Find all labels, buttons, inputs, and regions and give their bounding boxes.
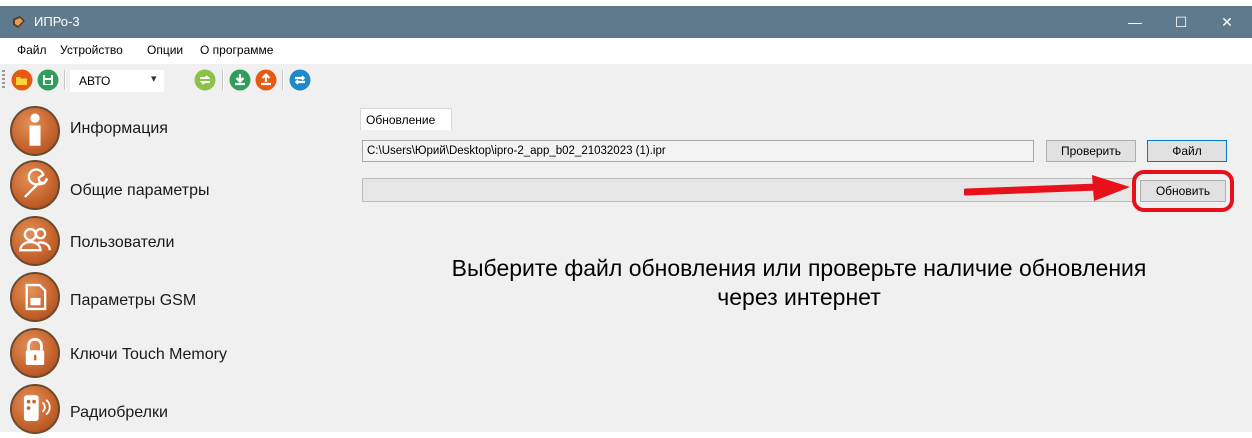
instruction-line-1: Выберите файл обновления или проверьте н… <box>451 255 1147 281</box>
mode-select-value: АВТО <box>79 74 111 88</box>
sidebar-item-label: Параметры GSM <box>70 292 197 309</box>
update-panel: C:\Users\Юрий\Desktop\ipro-2_app_b02_210… <box>346 130 1252 432</box>
minimize-button[interactable]: — <box>1112 6 1158 38</box>
sidebar-item-label: Пользователи <box>70 234 175 251</box>
sidebar-item-users[interactable]: Пользователи <box>0 216 346 270</box>
tab-strip: Обновление <box>346 96 1252 131</box>
sidebar-item-gsm[interactable]: Параметры GSM <box>0 272 346 326</box>
toolbar-separator <box>282 70 284 90</box>
sidebar: Информация Общие параметры Пользователи … <box>0 96 346 434</box>
maximize-button[interactable]: ☐ <box>1158 6 1204 38</box>
tab-label: Обновление <box>366 113 436 127</box>
sim-card-icon <box>10 272 60 322</box>
sidebar-item-radio-fobs[interactable]: Радиобрелки <box>0 384 346 438</box>
app-icon <box>13 16 25 28</box>
wrench-icon <box>10 160 60 210</box>
users-icon <box>10 216 60 266</box>
toolbar-separator <box>64 70 66 90</box>
chevron-down-icon: ▾ <box>151 73 157 85</box>
toolbar: АВТО ▾ <box>0 64 1252 96</box>
title-bar[interactable]: ИПРо-3 — ☐ ✕ <box>0 6 1252 38</box>
file-path-value: C:\Users\Юрий\Desktop\ipro-2_app_b02_210… <box>367 145 666 157</box>
close-button[interactable]: ✕ <box>1204 6 1250 38</box>
highlight-annotation <box>1132 170 1234 212</box>
instruction-message: Выберите файл обновления или проверьте н… <box>346 254 1252 312</box>
file-path-field[interactable]: C:\Users\Юрий\Desktop\ipro-2_app_b02_210… <box>362 140 1034 162</box>
remote-fob-icon <box>10 384 60 434</box>
lock-icon <box>10 328 60 378</box>
menu-bar: Файл Устройство Опции О программе <box>0 38 1252 65</box>
save-icon[interactable] <box>37 69 59 91</box>
sidebar-item-label: Общие параметры <box>70 182 210 199</box>
refresh-icon[interactable] <box>289 69 311 91</box>
file-button[interactable]: Файл <box>1147 140 1227 162</box>
instruction-line-2: через интернет <box>717 284 881 310</box>
tab-update[interactable]: Обновление <box>360 108 452 130</box>
info-icon <box>10 106 60 156</box>
window-title: ИПРо-3 <box>34 14 80 29</box>
sidebar-item-label: Радиобрелки <box>70 404 168 421</box>
red-arrow-annotation <box>964 175 1130 201</box>
sidebar-item-touch-memory[interactable]: Ключи Touch Memory <box>0 328 346 382</box>
toolbar-grip[interactable] <box>2 70 5 90</box>
menu-file[interactable]: Файл <box>17 43 47 57</box>
sidebar-item-label: Информация <box>70 120 168 137</box>
mode-select[interactable]: АВТО ▾ <box>70 70 164 92</box>
menu-device[interactable]: Устройство <box>60 43 123 57</box>
sidebar-item-label: Ключи Touch Memory <box>70 346 227 363</box>
upload-icon[interactable] <box>255 69 277 91</box>
toolbar-separator <box>222 70 224 90</box>
download-icon[interactable] <box>229 69 251 91</box>
sidebar-item-general[interactable]: Общие параметры <box>0 160 346 214</box>
menu-options[interactable]: Опции <box>147 43 183 57</box>
menu-about[interactable]: О программе <box>200 43 273 57</box>
open-folder-icon[interactable] <box>11 69 33 91</box>
check-button[interactable]: Проверить <box>1046 140 1136 162</box>
main-area: Обновление C:\Users\Юрий\Desktop\ipro-2_… <box>346 96 1252 432</box>
sidebar-item-info[interactable]: Информация <box>0 106 346 160</box>
sync-icon[interactable] <box>194 69 216 91</box>
